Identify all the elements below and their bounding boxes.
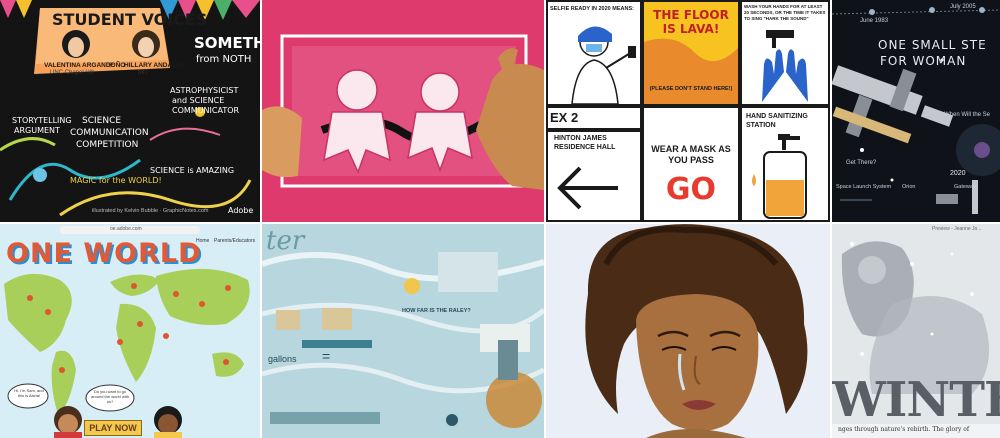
space-get-there: Get There? xyxy=(846,160,877,166)
portrait-illustration xyxy=(585,224,808,438)
tile1-magic-world: MAGIC for the WORLD! xyxy=(70,176,162,185)
space-june: June 1983 xyxy=(860,18,889,24)
water-tagline: HOW FAR IS THE RALEY? xyxy=(402,308,471,314)
winter-headline: WINTER xyxy=(832,372,1000,428)
tile1-somethi: SOMETHI xyxy=(194,34,260,52)
signage-hinton-cell: HINTON JAMES RESIDENCE HALL xyxy=(546,130,642,222)
space-for-woman: FOR WOMAN xyxy=(880,54,967,68)
tile-space-infographic[interactable]: June 1983 July 2005 ONE SMALL STE FOR WO… xyxy=(832,0,1000,222)
tile1-argument: ARGUMENT xyxy=(14,126,60,135)
space-july: July 2005 xyxy=(950,4,976,10)
tile-one-world-game[interactable]: oe.adobe.com ONE WORLD Home Parents/Educ… xyxy=(0,224,260,438)
tile1-astro-1: ASTROPHYSICIST xyxy=(170,86,239,95)
signage-floor-lava: THE FLOOR IS LAVA! xyxy=(653,8,729,36)
space-sls: Space Launch System xyxy=(836,184,892,190)
tile-student-voices[interactable]: STUDENT VOICES + VALENTINA ARGANDOÑO UNC… xyxy=(0,0,260,222)
water-word: ter xyxy=(266,226,305,256)
space-orion: Orion xyxy=(902,184,916,190)
one-world-title: ONE WORLD xyxy=(6,238,202,269)
masked-person-illustration xyxy=(571,26,636,105)
space-when: When Will the Se xyxy=(944,112,991,118)
sanitizer-bottle-icon xyxy=(752,134,807,219)
signage-hinton: HINTON JAMES RESIDENCE HALL xyxy=(554,135,616,151)
person1-meta: UNC Chapel Hill xyxy=(50,70,94,76)
signage-selfie-text: SELFIE READY IN 2020 MEANS: xyxy=(550,6,634,12)
signage-wash-text: WASH YOUR HANDS FOR AT LEAST 20 SECONDS,… xyxy=(744,4,826,21)
tile-campus-signage[interactable]: SELFIE READY IN 2020 MEANS: THE FLOOR IS… xyxy=(546,0,830,222)
tile-paper-figures[interactable] xyxy=(262,0,544,222)
left-arrow-icon xyxy=(557,166,618,210)
tile1-science: SCIENCE xyxy=(82,116,122,126)
signage-mask: WEAR A MASK AS YOU PASS xyxy=(651,144,731,165)
tile1-storytelling: STORYTELLING xyxy=(12,116,72,125)
person2-name: HILLARY ANDALES xyxy=(124,62,185,69)
signage-mask-cell: WEAR A MASK AS YOU PASS GO xyxy=(642,106,740,222)
tile-portrait[interactable] xyxy=(546,224,830,438)
tile1-astro-3: COMMUNICATOR xyxy=(172,106,240,115)
signage-ex2: EX 2 xyxy=(550,110,579,125)
space-one-small: ONE SMALL STE xyxy=(878,38,987,52)
water-equals: = xyxy=(322,348,331,364)
signage-go: GO xyxy=(665,172,717,207)
portfolio-grid: STUDENT VOICES + VALENTINA ARGANDOÑO UNC… xyxy=(0,0,1000,438)
tile1-communication: COMMUNICATION xyxy=(70,128,149,138)
tile-water-infographic[interactable]: ter HOW FAR IS THE RALEY? gallons = xyxy=(262,224,544,438)
signage-wash-cell: WASH YOUR HANDS FOR AT LEAST 20 SECONDS,… xyxy=(740,0,830,106)
signage-sanitizing-cell: HAND SANITIZING STATION xyxy=(740,106,830,222)
play-now-button[interactable]: PLAY NOW xyxy=(84,420,142,436)
signage-lava-cell: THE FLOOR IS LAVA! (PLEASE DON'T STAND H… xyxy=(642,0,740,106)
person1-name: VALENTINA ARGANDOÑO xyxy=(44,62,126,69)
water-infographic-illustration xyxy=(262,224,544,438)
water-gallons: gallons xyxy=(268,354,297,364)
signage-ex2-cell: EX 2 xyxy=(546,106,642,130)
tile1-astro-2: and SCIENCE xyxy=(172,96,225,105)
tile-winter-article[interactable]: Preview - Jeanne Jo... WINTER nges throu… xyxy=(832,224,1000,438)
signage-dont-stand: (PLEASE DON'T STAND HERE!) xyxy=(649,86,733,92)
space-2020: 2020 xyxy=(950,170,966,177)
tile1-title: STUDENT VOICES xyxy=(52,10,208,29)
speech-bubble-1: Hi, I'm Sam, and this is Aisha! xyxy=(14,388,44,398)
washing-hands-illustration xyxy=(762,30,808,102)
paper-figures-illustration xyxy=(262,34,544,190)
tile1-science-amazing: SCIENCE is AMAZING xyxy=(150,166,235,175)
signage-selfie-cell: SELFIE READY IN 2020 MEANS: xyxy=(546,0,642,106)
signage-sanitizing: HAND SANITIZING STATION xyxy=(746,113,808,129)
speech-bubble-2: Do you want to go around the world with … xyxy=(90,389,130,404)
tile1-competition: COMPETITION xyxy=(76,140,139,150)
space-gateway: Gateway xyxy=(954,184,976,190)
tile1-adobe: Adobe xyxy=(228,206,254,215)
winter-preview: Preview - Jeanne Jo... xyxy=(932,226,982,232)
nav-parents[interactable]: Parents/Educators xyxy=(214,238,255,244)
person2-meta: MIT xyxy=(138,70,149,76)
tile1-from-noth: from NOTH xyxy=(196,54,252,65)
winter-caption: nges through nature's rebirth. The glory… xyxy=(838,426,970,433)
tile1-credit: illustrated by Kelvin Bubble · GraphicNo… xyxy=(92,208,209,214)
nav-home[interactable]: Home xyxy=(196,238,209,244)
